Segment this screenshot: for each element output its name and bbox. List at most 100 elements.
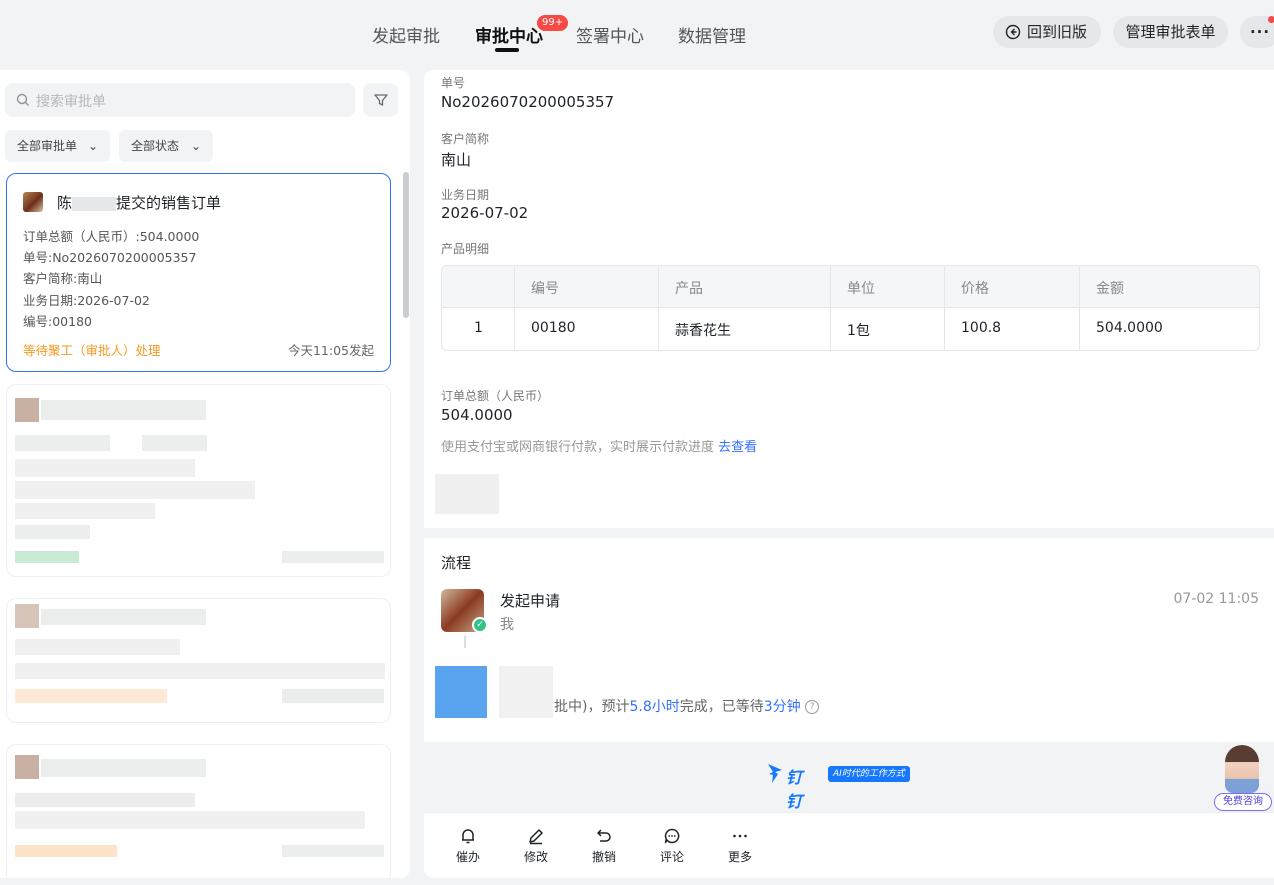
search-placeholder: 搜索审批单 xyxy=(36,94,106,110)
approval-list-panel: 搜索审批单 全部审批单 ⌄ 全部状态 ⌄ 陈 提交的销售订单 订单总额（人民币）:… xyxy=(0,70,410,878)
flow-estimate: 5.8小时 xyxy=(629,699,680,715)
approval-card-blurred[interactable] xyxy=(6,744,391,878)
table-cell-product: 蒜香花生 xyxy=(675,323,731,339)
edit-button[interactable]: 修改 xyxy=(516,827,556,865)
manage-forms-button[interactable]: 管理审批表单 xyxy=(1113,16,1228,48)
free-consult-widget[interactable]: 免费咨询 xyxy=(1212,745,1274,815)
card-line-date: 业务日期:2026-07-02 xyxy=(23,293,150,308)
free-consult-label: 免费咨询 xyxy=(1214,793,1272,811)
approval-card-blurred[interactable] xyxy=(6,598,391,723)
undo-icon xyxy=(597,829,611,842)
table-header-product: 产品 xyxy=(675,281,703,297)
flow-step-initiator: 我 xyxy=(500,617,514,633)
approval-count-badge: 99+ xyxy=(537,15,569,31)
form-type-dropdown[interactable]: 全部审批单 ⌄ xyxy=(5,130,110,162)
payment-hint: 使用支付宝或网商银行付款，实时展示付款进度 去查看 xyxy=(441,436,757,455)
status-dropdown[interactable]: 全部状态 ⌄ xyxy=(119,130,213,162)
table-cell-code: 00180 xyxy=(531,320,576,336)
approval-card-selected[interactable]: 陈 提交的销售订单 订单总额（人民币）:504.0000 单号:No2026070… xyxy=(6,173,391,372)
urge-button[interactable]: 催办 xyxy=(448,827,488,865)
help-icon[interactable]: ? xyxy=(805,700,820,714)
flow-section-title: 流程 xyxy=(441,554,472,572)
form-type-dropdown-label: 全部审批单 xyxy=(17,139,78,153)
urge-label: 催办 xyxy=(455,850,480,864)
assistant-avatar xyxy=(1225,745,1259,793)
field-value-date: 2026-07-02 xyxy=(441,204,529,222)
table-header-unit: 单位 xyxy=(847,281,875,297)
tab-data-management[interactable]: 数据管理 xyxy=(678,22,746,47)
check-icon: ✓ xyxy=(472,617,488,633)
bell-icon xyxy=(462,829,474,844)
brand-name: 钉钉 xyxy=(786,768,803,811)
card-line-customer: 客户简称:南山 xyxy=(23,271,103,286)
action-bar: 催办 修改 撤销 评论 更多 xyxy=(424,812,1274,878)
card-line-total: 订单总额（人民币）:504.0000 xyxy=(23,229,200,244)
field-label-customer: 客户简称 xyxy=(441,132,490,146)
card-line-order-no: 单号:No2026070200005357 xyxy=(23,250,197,265)
table-header-amount: 金额 xyxy=(1096,281,1124,297)
card-line-code: 编号:00180 xyxy=(23,314,92,329)
more-actions-button[interactable]: 更多 xyxy=(720,827,760,865)
search-icon xyxy=(16,93,29,106)
approval-card-title-prefix: 陈 xyxy=(57,194,73,212)
table-cell-amount: 504.0000 xyxy=(1096,320,1163,336)
product-table: 编号 产品 单位 价格 金额 1 00180 蒜香花生 1包 100.8 504… xyxy=(441,265,1260,351)
avatar xyxy=(435,666,487,718)
card-status: 等待聚工（审批人）处理 xyxy=(23,343,161,358)
chevron-down-icon: ⌄ xyxy=(87,139,98,153)
table-cell-price: 100.8 xyxy=(961,320,1002,336)
field-label-date: 业务日期 xyxy=(441,188,490,202)
table-header-price: 价格 xyxy=(961,281,989,297)
product-details-label: 产品明细 xyxy=(441,242,490,256)
edit-label: 修改 xyxy=(523,850,548,864)
field-value-customer: 南山 xyxy=(441,151,472,169)
back-to-old-version-button[interactable]: 回到旧版 xyxy=(993,16,1101,48)
flow-connector xyxy=(464,636,466,648)
more-dots-icon xyxy=(733,834,747,838)
tab-sign-center[interactable]: 签署中心 xyxy=(576,22,644,47)
payment-hint-text: 使用支付宝或网商银行付款，实时展示付款进度 xyxy=(441,440,715,455)
approval-card-title: 陈 提交的销售订单 xyxy=(57,192,221,213)
approval-card-title-suffix: 提交的销售订单 xyxy=(116,194,222,212)
back-to-old-version-label: 回到旧版 xyxy=(1027,23,1088,41)
top-navigation-bar: 发起审批 审批中心 99+ 签署中心 数据管理 回到旧版 管理审批表单 ··· xyxy=(0,0,1274,66)
card-time: 今天11:05发起 xyxy=(287,343,374,358)
more-actions-label: 更多 xyxy=(727,850,752,864)
table-header-code: 编号 xyxy=(531,281,559,297)
list-scrollbar[interactable] xyxy=(403,172,409,318)
back-circle-icon xyxy=(1005,24,1021,40)
approval-card-blurred[interactable] xyxy=(6,384,391,577)
flow-step-time: 07-02 11:05 xyxy=(1173,591,1259,607)
flow-status-middle: 完成，已等待 xyxy=(679,699,764,715)
field-label-order-no: 单号 xyxy=(441,76,466,90)
masked-name xyxy=(72,196,117,211)
filter-icon xyxy=(374,94,388,106)
pencil-icon xyxy=(529,829,543,845)
comment-button[interactable]: 评论 xyxy=(652,827,692,865)
notification-dot xyxy=(1268,16,1274,23)
approval-detail-panel: 单号 No2026070200005357 客户简称 南山 业务日期 2026-… xyxy=(424,70,1274,878)
revoke-label: 撤销 xyxy=(591,850,616,864)
tab-approval-center[interactable]: 审批中心 xyxy=(475,22,543,47)
field-value-total: 504.0000 xyxy=(441,406,513,424)
field-label-total: 订单总额（人民币） xyxy=(441,389,550,403)
flow-status-prefix: 批中)，预计 xyxy=(554,699,630,715)
table-cell-unit: 1包 xyxy=(847,323,870,339)
flow-step-approval-status: 批中)，预计5.8小时完成，已等待3分钟 ? xyxy=(554,696,820,716)
payment-view-link[interactable]: 去查看 xyxy=(718,440,757,455)
status-dropdown-label: 全部状态 xyxy=(131,139,180,153)
brand-slogan: AI时代的工作方式 xyxy=(828,766,910,782)
redacted-signature xyxy=(435,474,499,514)
dingtalk-wing-icon xyxy=(768,764,782,783)
active-tab-indicator xyxy=(495,48,519,52)
search-input[interactable]: 搜索审批单 xyxy=(5,83,355,117)
tab-initiate-approval[interactable]: 发起审批 xyxy=(372,22,440,47)
comment-icon xyxy=(664,828,680,844)
field-value-order-no: No2026070200005357 xyxy=(441,93,615,111)
filter-button[interactable] xyxy=(363,83,398,117)
flow-step-initiate: 发起申请 xyxy=(500,592,561,610)
flow-waited: 3分钟 xyxy=(763,699,801,715)
chevron-down-icon: ⌄ xyxy=(190,139,201,153)
redacted-approver xyxy=(499,666,553,718)
revoke-button[interactable]: 撤销 xyxy=(584,827,624,865)
